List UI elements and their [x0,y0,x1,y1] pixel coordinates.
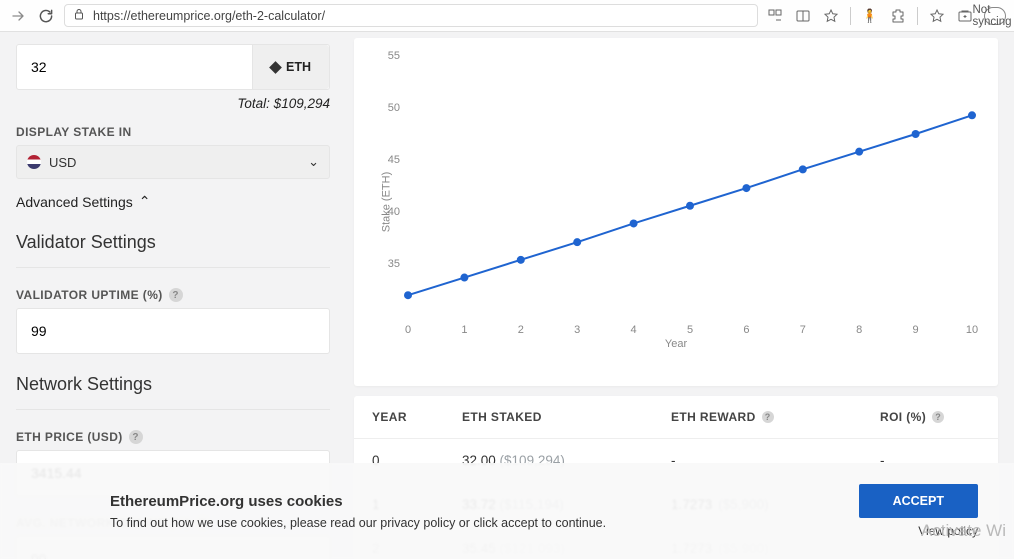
chart-y-tick: 45 [374,154,400,166]
person-icon[interactable]: 🧍 [861,7,879,25]
stake-total-text: Total: $109,294 [16,96,330,111]
eth-icon [269,61,282,74]
validator-uptime-label: VALIDATOR UPTIME (%) ? [16,288,330,302]
app-icon[interactable] [766,7,784,25]
url-text: https://ethereumprice.org/eth-2-calculat… [93,9,325,23]
cookie-accept-button[interactable]: ACCEPT [859,484,978,518]
help-icon[interactable]: ? [762,411,774,423]
chart-y-tick: 35 [374,258,400,270]
validator-settings-heading: Validator Settings [16,232,330,268]
chart-x-tick: 5 [687,324,693,336]
reader-icon[interactable] [794,7,812,25]
collections-icon[interactable] [956,7,974,25]
stake-amount-input[interactable] [17,45,252,89]
chart-y-label: Stake (ETH) [380,172,392,233]
col-staked: ETH STAKED [462,410,671,424]
cookie-banner: EthereumPrice.org uses cookies To find o… [0,463,1014,559]
sync-status[interactable]: Not syncing [984,7,1006,25]
stake-chart-card: Stake (ETH) 3540455055012345678910 Year [354,38,998,386]
cookie-view-policy-link[interactable]: View policy [918,524,978,538]
address-bar[interactable]: https://ethereumprice.org/eth-2-calculat… [64,4,758,27]
chevron-up-icon: ⌃ [139,193,151,210]
display-stake-select[interactable]: USD ⌄ [16,145,330,179]
chart-y-tick: 55 [374,50,400,62]
help-icon[interactable]: ? [932,411,944,423]
advanced-settings-label: Advanced Settings [16,194,133,210]
favorites-add-icon[interactable] [928,7,946,25]
chart-x-tick: 1 [461,324,467,336]
stake-chart: Stake (ETH) 3540455055012345678910 [374,56,978,336]
col-year: YEAR [372,410,462,424]
forward-arrow-icon[interactable] [8,6,28,26]
help-icon[interactable]: ? [129,430,143,444]
cookie-body: To find out how we use cookies, please r… [110,516,606,530]
refresh-icon[interactable] [36,6,56,26]
eth-price-label: ETH PRICE (USD) ? [16,430,330,444]
chart-x-tick: 2 [518,324,524,336]
col-reward: ETH REWARD? [671,410,880,424]
chart-x-label: Year [374,338,978,350]
chart-x-tick: 9 [913,324,919,336]
toolbar-icons: 🧍 Not syncing [766,7,1006,25]
sync-status-label: Not syncing [973,4,1012,28]
browser-toolbar: https://ethereumprice.org/eth-2-calculat… [0,0,1014,32]
stake-amount-field: ETH [16,44,330,90]
help-icon[interactable]: ? [169,288,183,302]
stake-unit-label: ETH [286,60,311,74]
table-header: YEAR ETH STAKED ETH REWARD? ROI (%)? [354,396,998,439]
cookie-title: EthereumPrice.org uses cookies [110,493,606,510]
validator-uptime-input[interactable] [16,308,330,354]
usd-flag-icon [27,155,41,169]
display-stake-value: USD [49,155,76,170]
chart-y-tick: 40 [374,206,400,218]
network-settings-heading: Network Settings [16,374,330,410]
toolbar-divider [917,7,918,25]
display-stake-label: DISPLAY STAKE IN [16,125,330,139]
chart-x-tick: 0 [405,324,411,336]
chevron-down-icon: ⌄ [308,154,319,170]
chart-x-tick: 3 [574,324,580,336]
favorite-icon[interactable] [822,7,840,25]
advanced-settings-toggle[interactable]: Advanced Settings ⌃ [16,193,330,210]
toolbar-divider [850,7,851,25]
chart-x-tick: 8 [856,324,862,336]
lock-icon [73,8,85,23]
chart-x-tick: 10 [966,324,978,336]
extension-icon[interactable] [889,7,907,25]
stake-unit-button[interactable]: ETH [252,45,329,89]
chart-x-tick: 4 [631,324,637,336]
chart-x-tick: 7 [800,324,806,336]
chart-x-tick: 6 [743,324,749,336]
col-roi: ROI (%)? [880,410,980,424]
chart-y-tick: 50 [374,102,400,114]
